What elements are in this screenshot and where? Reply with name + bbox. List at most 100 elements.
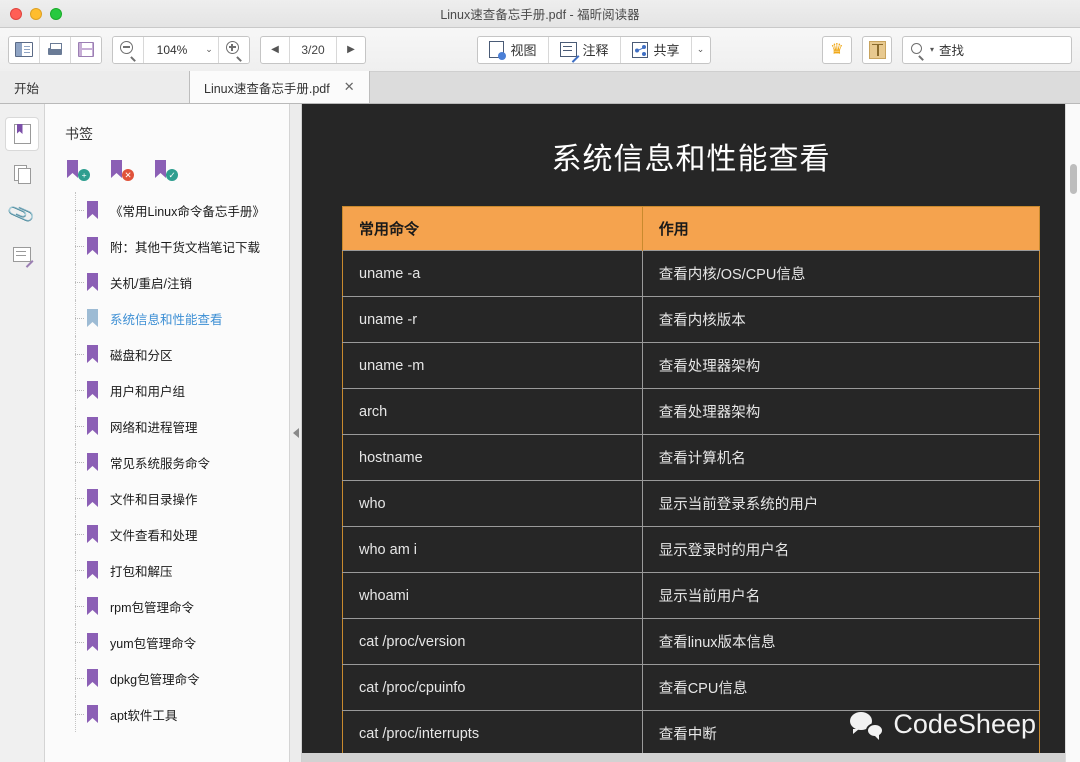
view-mode-label: 视图 — [510, 43, 537, 58]
bookmark-item-label: 《常用Linux命令备忘手册》 — [110, 204, 265, 219]
maximize-window-button[interactable] — [50, 7, 62, 20]
bookmark-flag-icon — [87, 453, 98, 471]
bookmark-item-label: 附：其他干货文档笔记下载 — [110, 240, 261, 255]
paperclip-icon: 📎 — [6, 199, 38, 229]
bookmark-flag-icon — [87, 381, 98, 399]
edit-badge-icon: ✓ — [166, 169, 178, 181]
search-options-caret-icon[interactable]: ▾ — [930, 45, 934, 54]
close-window-button[interactable] — [10, 7, 22, 20]
vertical-scrollbar-thumb[interactable] — [1070, 164, 1077, 194]
column-header-command: 常用命令 — [342, 206, 643, 251]
bookmark-item[interactable]: rpm包管理命令 — [45, 588, 289, 624]
bookmark-flag-icon — [155, 160, 166, 178]
share-mode-button[interactable]: 共享 — [620, 36, 691, 63]
page-nav-group: ◀ 3/20 ▶ — [260, 35, 366, 64]
sidebar-item-pages[interactable] — [6, 158, 38, 190]
text-tool-icon — [868, 40, 886, 59]
bookmark-flag-icon — [87, 489, 98, 507]
minimize-window-button[interactable] — [30, 7, 42, 20]
document-viewer[interactable]: 系统信息和性能查看 常用命令 作用 uname -a 查看内核/OS/CPU信息 u… — [302, 104, 1080, 762]
next-page-button[interactable]: ▶ — [337, 37, 365, 63]
workspace: 📎 书签 + ✕ ✓ 《常用Linux命令备忘手册》 附：其他干货文档笔记下载关机… — [0, 104, 1080, 762]
bookmark-item[interactable]: 关机/重启/注销 — [45, 264, 289, 300]
search-input[interactable]: 查找 — [939, 40, 964, 59]
page-heading: 系统信息和性能查看 — [551, 143, 831, 176]
tab-home[interactable]: 开始 — [0, 71, 190, 103]
bookmarks-panel-title: 书签 — [65, 126, 93, 142]
cell-command: cat /proc/version — [342, 618, 643, 665]
mode-buttons-group: 视图 注释 共享 ⌄ — [477, 35, 711, 64]
bookmark-item[interactable]: 用户和用户组 — [45, 372, 289, 408]
cell-description: 显示当前登录系统的用户 — [642, 480, 1040, 527]
vertical-scrollbar[interactable] — [1065, 104, 1080, 762]
edit-bookmark-button[interactable]: ✓ — [155, 160, 178, 182]
delete-bookmark-button[interactable]: ✕ — [111, 160, 134, 182]
bookmark-item[interactable]: 常见系统服务命令 — [45, 444, 289, 480]
previous-page-button[interactable]: ◀ — [261, 37, 289, 63]
sidebar-toggle-button[interactable] — [9, 36, 39, 63]
bookmark-item-label: 用户和用户组 — [110, 384, 186, 399]
zoom-out-button[interactable] — [113, 36, 143, 63]
bookmark-flag-icon — [87, 633, 98, 651]
bookmark-item[interactable]: 附：其他干货文档笔记下载 — [45, 228, 289, 264]
zoom-level-value[interactable]: 104% — [144, 37, 200, 63]
table-row: arch 查看处理器架构 — [342, 388, 1040, 435]
bookmark-item[interactable]: 磁盘和分区 — [45, 336, 289, 372]
close-tab-icon[interactable]: ✕ — [344, 79, 355, 95]
bookmark-flag-icon — [87, 561, 98, 579]
window-title-bar: Linux速查备忘手册.pdf - 福昕阅读器 — [0, 0, 1080, 28]
table-header-row: 常用命令 作用 — [342, 206, 1040, 251]
bookmark-item[interactable]: yum包管理命令 — [45, 624, 289, 660]
file-actions-group — [8, 35, 102, 64]
page-number-input[interactable]: 3/20 — [290, 37, 336, 63]
bookmark-flag-icon — [67, 160, 78, 178]
zoom-dropdown-caret-icon[interactable]: ⌄ — [200, 37, 218, 63]
tab-document[interactable]: Linux速查备忘手册.pdf ✕ — [190, 71, 370, 103]
sidebar-item-comments[interactable] — [6, 238, 38, 270]
bookmark-icon — [13, 124, 31, 144]
bookmarks-list[interactable]: 《常用Linux命令备忘手册》 附：其他干货文档笔记下载关机/重启/注销 系统信息和… — [45, 190, 289, 762]
add-bookmark-button[interactable]: + — [67, 160, 90, 182]
document-view-icon — [489, 41, 507, 60]
comment-mode-button[interactable]: 注释 — [548, 36, 620, 63]
print-button[interactable] — [40, 36, 70, 63]
save-button[interactable] — [71, 36, 101, 63]
upgrade-premium-button[interactable]: ♛ — [822, 35, 853, 64]
tab-home-label: 开始 — [14, 81, 40, 96]
bookmark-item[interactable]: 文件查看和处理 — [45, 516, 289, 552]
zoom-group: 104% ⌄ — [112, 35, 250, 64]
cell-command: hostname — [342, 434, 643, 481]
table-body: uname -a 查看内核/OS/CPU信息 uname -r 查看内核版本 uname… — [342, 250, 1040, 762]
zoom-in-button[interactable] — [219, 36, 249, 63]
bookmark-item-label: 打包和解压 — [110, 564, 173, 579]
panel-collapse-handle[interactable] — [290, 104, 302, 762]
table-row: hostname 查看计算机名 — [342, 434, 1040, 481]
bookmark-item[interactable]: 打包和解压 — [45, 552, 289, 588]
bookmark-item[interactable]: apt软件工具 — [45, 696, 289, 732]
table-row: whoami 显示当前用户名 — [342, 572, 1040, 619]
text-tool-button[interactable] — [862, 35, 893, 64]
column-header-description: 作用 — [642, 206, 1040, 251]
table-row: uname -m 查看处理器架构 — [342, 342, 1040, 389]
cell-command: whoami — [342, 572, 643, 619]
bookmark-flag-icon — [87, 237, 98, 255]
table-row: uname -r 查看内核版本 — [342, 296, 1040, 343]
view-mode-button[interactable]: 视图 — [478, 36, 548, 63]
floppy-disk-icon — [78, 42, 94, 57]
table-row: cat /proc/interrupts 查看中断 — [342, 710, 1040, 757]
horizontal-scrollbar[interactable] — [302, 753, 1065, 762]
bookmark-item[interactable]: 《常用Linux命令备忘手册》 — [45, 192, 289, 228]
bookmark-item[interactable]: 文件和目录操作 — [45, 480, 289, 516]
bookmarks-toolbar: + ✕ ✓ — [45, 144, 289, 190]
search-box[interactable]: ▾ 查找 — [902, 35, 1073, 64]
cell-description: 查看CPU信息 — [642, 664, 1040, 711]
bookmark-item[interactable]: 网络和进程管理 — [45, 408, 289, 444]
cell-command: who am i — [342, 526, 643, 573]
cell-description: 查看内核/OS/CPU信息 — [642, 250, 1040, 297]
bookmark-item[interactable]: dpkg包管理命令 — [45, 660, 289, 696]
sidebar-item-attachments[interactable]: 📎 — [6, 198, 38, 230]
panel-rail: 📎 — [0, 104, 45, 762]
sidebar-item-bookmarks[interactable] — [6, 118, 38, 150]
bookmark-item[interactable]: 系统信息和性能查看 — [45, 300, 289, 336]
more-tools-caret-icon[interactable]: ⌄ — [692, 37, 710, 63]
